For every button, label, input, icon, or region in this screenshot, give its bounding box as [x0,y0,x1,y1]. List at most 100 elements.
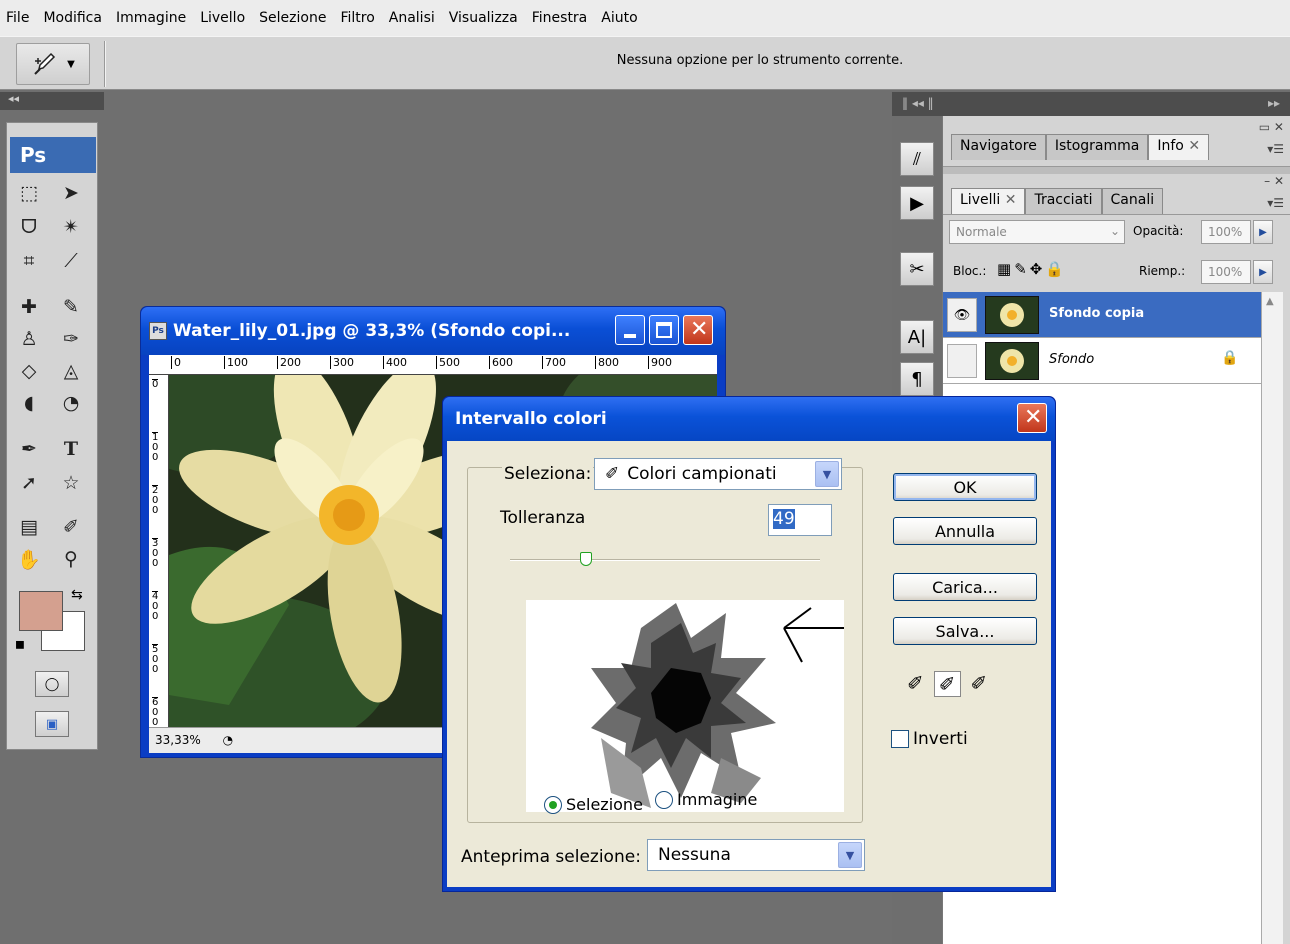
tab-navigatore[interactable]: Navigatore [951,134,1046,160]
eyedropper-plus-icon[interactable]: ✐ [933,671,961,697]
eyedropper-icon[interactable]: ✐ [907,671,924,697]
invert-checkbox[interactable]: Inverti [891,729,968,749]
quick-mask-button[interactable]: ◯ [35,671,69,697]
dropdown-button[interactable]: ▼ [838,842,862,868]
maximize-button[interactable] [649,315,679,345]
paint-bucket-icon[interactable]: ◬ [55,357,87,385]
tolerance-slider-track[interactable] [510,559,820,561]
marquee-tool-icon[interactable]: ⬚ [13,179,45,207]
tab-tracciati[interactable]: Tracciati [1025,188,1102,214]
lock-all-icon[interactable]: 🔒 [1045,260,1067,278]
menu-livello[interactable]: Livello [200,10,245,26]
menu-immagine[interactable]: Immagine [116,10,186,26]
hand-tool-icon[interactable]: ✋ [13,545,45,573]
crop-tool-icon[interactable]: ⌗ [13,247,45,275]
menu-visualizza[interactable]: Visualizza [449,10,518,26]
zoom-tool-icon[interactable]: ⚲ [55,545,87,573]
blend-mode-select[interactable]: Normale ⌄ [949,220,1125,244]
lock-pixels-icon[interactable]: ✎ [1014,260,1030,278]
dialog-close-button[interactable]: ✕ [1017,403,1047,433]
dodge-tool-icon[interactable]: ◔ [55,389,87,417]
shape-tool-icon[interactable]: ☆ [55,469,87,497]
tool-presets-button[interactable]: ✂ [900,252,934,286]
menu-filtro[interactable]: Filtro [340,10,374,26]
ok-button[interactable]: OK [893,473,1037,501]
collapse-panels-icon[interactable]: ‖ ◂◂ ‖ [902,96,934,110]
tolerance-slider-thumb[interactable] [579,552,592,566]
history-brush-icon[interactable]: ✑ [55,325,87,353]
lock-options[interactable]: ▦✎✥🔒 [997,260,1067,278]
toolbox-collapse-strip[interactable]: ◂◂ [0,92,104,110]
actions-panel-button[interactable]: ▶ [900,186,934,220]
swap-colors-icon[interactable]: ⇆ [71,587,83,603]
stamp-tool-icon[interactable]: ♙ [13,325,45,353]
menu-selezione[interactable]: Selezione [259,10,326,26]
tab-istogramma[interactable]: Istogramma [1045,134,1149,160]
panel-minimize-icon[interactable]: ▭ ✕ [1259,120,1284,134]
select-dropdown[interactable]: ✐ Colori campionati ▼ [594,458,842,490]
preview-dropdown[interactable]: Nessuna ▼ [647,839,865,871]
close-tab-icon[interactable]: ✕ [1005,192,1017,208]
tab-canali[interactable]: Canali [1101,188,1164,214]
menu-analisi[interactable]: Analisi [389,10,435,26]
status-menu-icon[interactable]: ◔ [223,733,233,747]
menu-modifica[interactable]: Modifica [43,10,102,26]
cancel-button[interactable]: Annulla [893,517,1037,545]
slice-tool-icon[interactable]: ⟋ [55,247,87,275]
visibility-toggle[interactable] [947,344,977,378]
fill-arrow-button[interactable]: ▶ [1253,260,1273,284]
panel-menu-icon[interactable]: ▾☰ [1267,142,1284,156]
blur-tool-icon[interactable]: ◖ [13,389,45,417]
magic-wand-icon[interactable]: ✴ [55,213,87,241]
fill-field[interactable]: 100% [1201,260,1251,284]
save-button[interactable]: Salva... [893,617,1037,645]
panel-menu-icon-2[interactable]: ▾☰ [1267,196,1284,210]
layer-row[interactable]: 👁 Sfondo copia [943,292,1261,338]
notes-tool-icon[interactable]: ▤ [13,513,45,541]
menu-aiuto[interactable]: Aiuto [601,10,637,26]
radio-image[interactable]: Immagine [655,790,757,809]
dropdown-button[interactable]: ▼ [815,461,839,487]
opacity-field[interactable]: 100% [1201,220,1251,244]
eyedropper-minus-icon[interactable]: ✐ [971,671,988,697]
lock-label: Bloc.: [953,264,987,278]
expand-panels-icon[interactable]: ▸▸ [1268,96,1280,110]
paragraph-panel-button[interactable]: ¶ [900,362,934,396]
default-colors-icon[interactable]: ◼ [15,637,25,651]
eyedropper-tool-icon[interactable]: ✐ [55,513,87,541]
menu-finestra[interactable]: Finestra [532,10,588,26]
close-tab-icon[interactable]: ✕ [1188,138,1200,154]
foreground-color-swatch[interactable] [19,591,63,631]
history-panel-button[interactable]: ⫽ [900,142,934,176]
dialog-titlebar[interactable]: Intervallo colori [443,397,1055,441]
scroll-up-icon[interactable]: ▲ [1266,296,1274,307]
layer-row[interactable]: Sfondo 🔒 [943,338,1261,384]
path-selection-icon[interactable]: ➚ [13,469,45,497]
layers-scrollbar[interactable]: ▲ [1261,292,1283,944]
lock-transparency-icon[interactable]: ▦ [997,260,1014,278]
selection-preview[interactable] [526,600,844,812]
eraser-tool-icon[interactable]: ◇ [13,357,45,385]
tab-info[interactable]: Info ✕ [1148,134,1210,160]
type-tool-icon[interactable]: T [55,435,87,463]
move-tool-icon[interactable]: ➤ [55,179,87,207]
tab-livelli[interactable]: Livelli ✕ [951,188,1026,214]
menu-file[interactable]: File [6,10,29,26]
zoom-level[interactable]: 33,33% [155,733,201,747]
healing-brush-icon[interactable]: ✚ [13,293,45,321]
lasso-tool-icon[interactable]: ᗜ [13,213,45,241]
brush-tool-icon[interactable]: ✎ [55,293,87,321]
panel-minimize-icon-2[interactable]: – ✕ [1264,174,1284,188]
pen-tool-icon[interactable]: ✒ [13,435,45,463]
minimize-button[interactable] [615,315,645,345]
visibility-toggle[interactable]: 👁 [947,298,977,332]
screen-mode-button[interactable]: ▣ [35,711,69,737]
close-button[interactable]: ✕ [683,315,713,345]
tolerance-input[interactable]: 49 [768,504,832,536]
lock-position-icon[interactable]: ✥ [1030,260,1046,278]
ruler-tick-label: 3 0 0 [152,538,159,569]
radio-selection[interactable]: Selezione [544,795,643,814]
character-panel-button[interactable]: A| [900,320,934,354]
opacity-arrow-button[interactable]: ▶ [1253,220,1273,244]
load-button[interactable]: Carica... [893,573,1037,601]
